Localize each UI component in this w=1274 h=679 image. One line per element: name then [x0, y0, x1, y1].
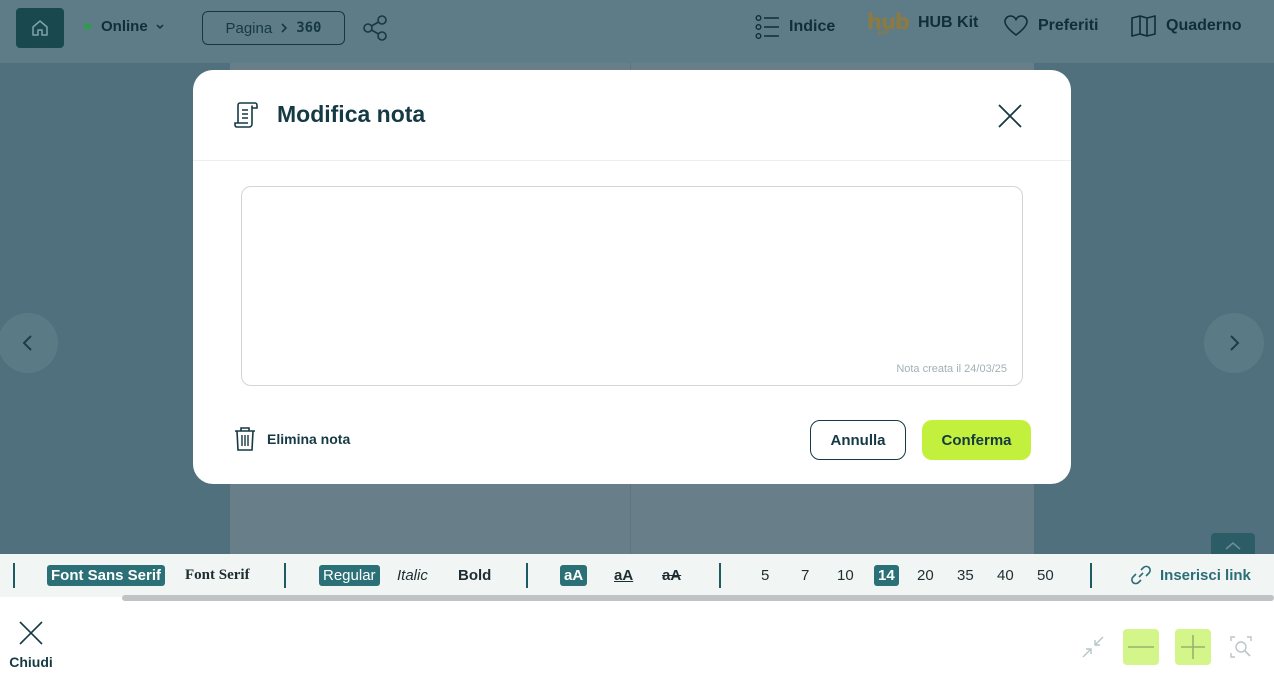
regular-style-option[interactable]: Regular	[319, 565, 380, 586]
font-size-option[interactable]: 50	[1037, 565, 1054, 586]
zoom-area-icon	[1230, 636, 1252, 658]
chevron-right-icon	[1230, 335, 1240, 351]
zoom-in-button[interactable]	[1175, 629, 1211, 665]
text-underline-option[interactable]: aA	[614, 565, 633, 586]
chevron-up-icon	[1225, 542, 1241, 550]
home-icon	[32, 20, 48, 36]
dialog-header: Modifica nota	[193, 70, 1071, 161]
toolbar-divider	[284, 563, 286, 588]
nav-quaderno[interactable]: Quaderno	[1130, 14, 1242, 38]
top-navigation-bar: Online Pagina 360 Indice hub KIT HUB Kit …	[0, 0, 1274, 63]
font-size-option[interactable]: 7	[801, 565, 809, 586]
italic-style-option[interactable]: Italic	[397, 565, 428, 586]
minus-icon	[1128, 646, 1154, 648]
note-input[interactable]	[242, 187, 1022, 385]
link-icon	[1131, 565, 1151, 585]
close-editor-button[interactable]: Chiudi	[8, 619, 54, 670]
cancel-button[interactable]: Annulla	[810, 420, 906, 460]
insert-link-label: Inserisci link	[1160, 566, 1251, 584]
previous-page-button[interactable]	[0, 313, 58, 373]
trash-icon	[235, 427, 255, 451]
close-label: Chiudi	[9, 654, 53, 670]
close-icon	[19, 621, 43, 645]
hub-kit-logo: hub KIT	[867, 10, 910, 37]
insert-link-button[interactable]: Inserisci link	[1130, 564, 1251, 586]
font-size-option-selected[interactable]: 14	[874, 565, 899, 586]
collapse-arrows-icon	[1082, 636, 1104, 658]
nav-label: HUB Kit	[917, 13, 979, 31]
nav-preferiti[interactable]: Preferiti	[1003, 14, 1098, 38]
connection-status-dropdown[interactable]: Online	[84, 18, 166, 35]
format-toolbar: Font Sans Serif Font Serif Regular Itali…	[0, 554, 1274, 597]
font-size-option[interactable]: 40	[997, 565, 1014, 586]
font-size-option[interactable]: 35	[957, 565, 974, 586]
note-creation-date: Nota creata il 24/03/25	[896, 363, 1007, 375]
toolbar-divider	[719, 563, 721, 588]
chevron-down-icon	[156, 23, 164, 29]
zoom-out-button[interactable]	[1123, 629, 1159, 665]
bold-style-option[interactable]: Bold	[458, 565, 491, 586]
zoom-area-button[interactable]	[1223, 629, 1259, 665]
bottom-bar: Chiudi	[0, 601, 1274, 679]
font-sans-serif-option[interactable]: Font Sans Serif	[47, 565, 166, 586]
delete-note-label: Elimina nota	[267, 431, 351, 447]
font-serif-option[interactable]: Font Serif	[185, 565, 250, 586]
confirm-button[interactable]: Conferma	[922, 420, 1031, 460]
close-dialog-icon[interactable]	[995, 101, 1025, 131]
text-strikethrough-option[interactable]: aA	[662, 565, 681, 586]
note-text-area[interactable]: Nota creata il 24/03/25	[241, 186, 1023, 386]
chevron-right-icon	[281, 23, 288, 33]
font-size-option[interactable]: 20	[917, 565, 934, 586]
nav-label: Preferiti	[1038, 17, 1099, 34]
toolbar-divider	[526, 563, 528, 588]
font-size-option[interactable]: 5	[761, 565, 769, 586]
nav-hub-kit[interactable]: hub KIT HUB Kit	[867, 10, 979, 37]
online-dot-icon	[84, 23, 91, 30]
toolbar-divider	[13, 563, 15, 588]
heart-icon	[1004, 15, 1028, 37]
plus-icon	[1181, 635, 1205, 659]
toolbar-divider	[1090, 563, 1092, 588]
next-page-button[interactable]	[1204, 313, 1264, 373]
page-number: 360	[296, 20, 322, 36]
font-size-option[interactable]: 10	[837, 565, 854, 586]
list-icon	[755, 15, 779, 40]
note-scroll-icon	[234, 102, 258, 128]
home-button[interactable]	[16, 8, 64, 48]
notebook-icon	[1131, 15, 1156, 37]
nav-label: Indice	[789, 18, 836, 35]
nav-indice[interactable]: Indice	[755, 14, 835, 40]
share-button[interactable]	[361, 14, 389, 47]
edit-note-dialog: Modifica nota Nota creata il 24/03/25 El…	[193, 70, 1071, 484]
status-label: Online	[101, 18, 148, 35]
share-icon	[363, 15, 387, 41]
page-prefix: Pagina	[225, 19, 273, 37]
text-normal-option[interactable]: aA	[560, 565, 588, 586]
scroll-to-top-button[interactable]	[1211, 533, 1255, 554]
page-number-selector[interactable]: Pagina 360	[202, 11, 345, 45]
delete-note-button[interactable]: Elimina nota	[233, 426, 350, 452]
chevron-left-icon	[22, 335, 32, 351]
nav-label: Quaderno	[1166, 17, 1242, 34]
exit-fullscreen-button[interactable]	[1075, 629, 1111, 665]
dialog-title: Modifica nota	[277, 101, 426, 127]
